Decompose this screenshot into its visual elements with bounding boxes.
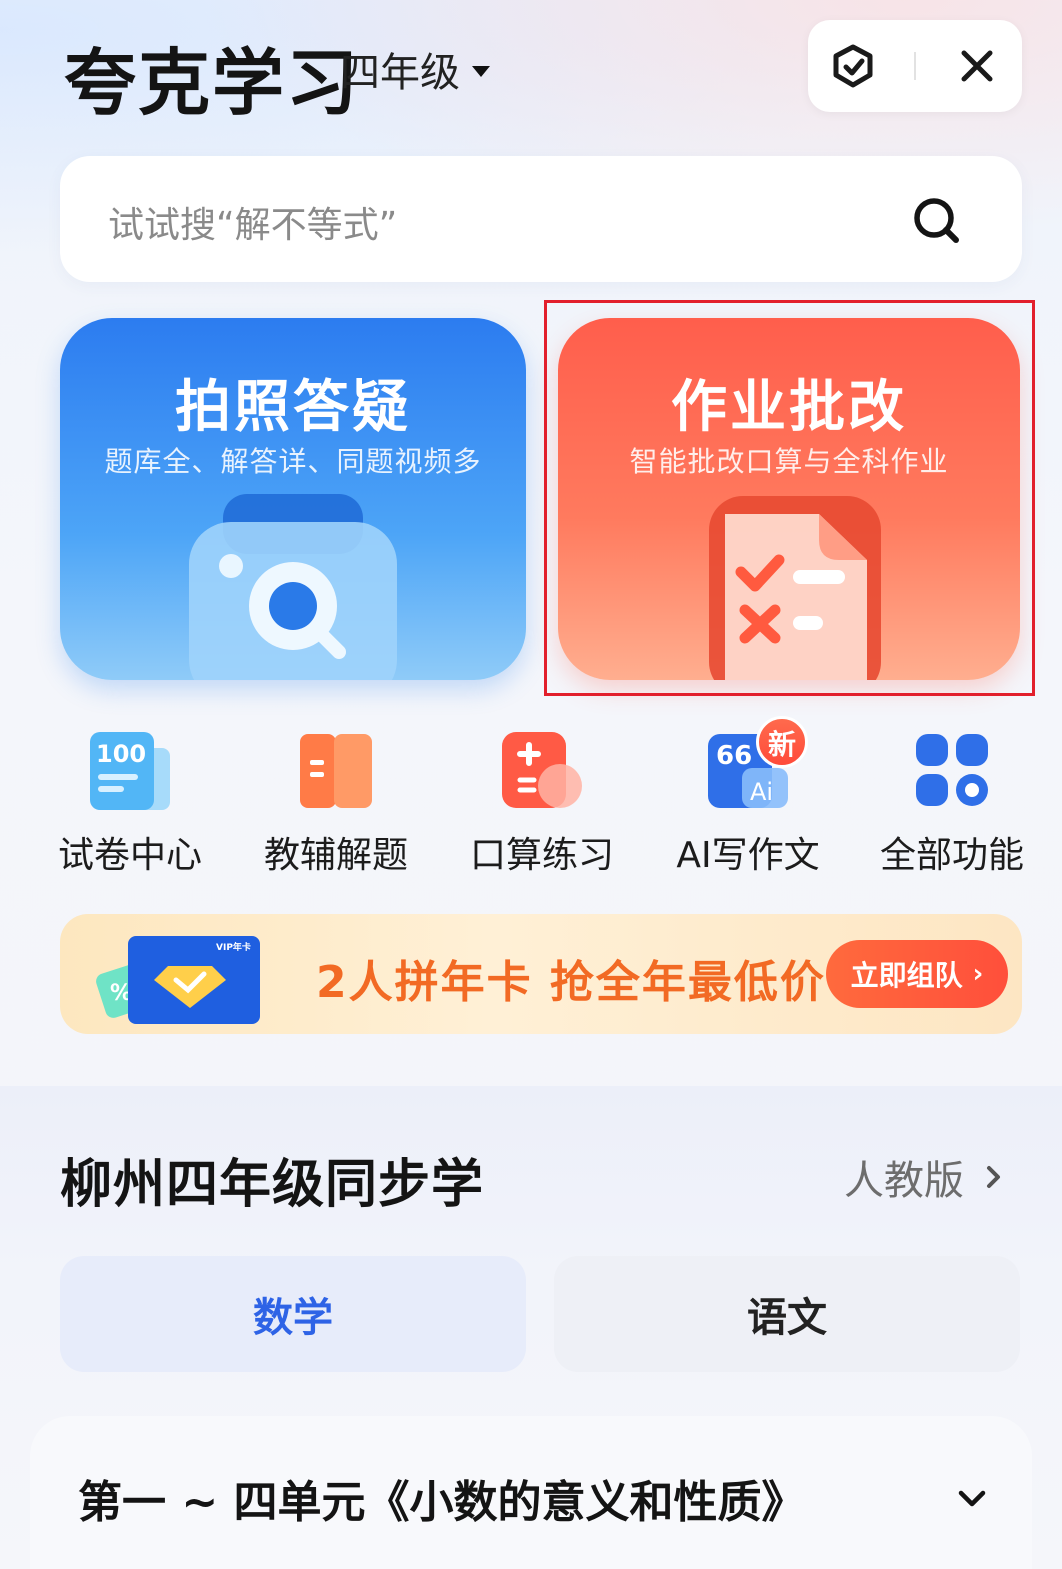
search-placeholder: 试试搜“解不等式” [108, 205, 398, 246]
tool-exam-center[interactable]: 100 试卷中心 [40, 716, 220, 876]
cube-check-icon[interactable] [823, 36, 883, 96]
tool-label: 全部功能 [879, 835, 1024, 876]
search-bar[interactable]: 试试搜“解不等式” [60, 156, 1022, 282]
vip-card-illustration: % VIP年卡 [96, 936, 260, 1024]
capsule-divider [913, 52, 916, 80]
svg-text:100: 100 [96, 740, 146, 768]
unit-dropdown[interactable]: 第一 ~ 四单元《小数的意义和性质》 [30, 1416, 1032, 1569]
book-icon [300, 734, 372, 808]
calculator-icon [502, 732, 582, 808]
search-icon[interactable] [910, 194, 962, 246]
card-subtitle: 智能批改口算与全科作业 [629, 445, 949, 478]
edition-selector[interactable]: 人教版 [844, 1148, 1004, 1206]
tool-ai-writing[interactable]: 66 Ai 新 AI写作文 [658, 716, 838, 876]
tool-tutor-book[interactable]: 教辅解题 [246, 716, 426, 876]
join-team-button[interactable]: 立即组队 › [826, 940, 1008, 1008]
chevron-right-icon [987, 1166, 1000, 1188]
tool-label: 教辅解题 [263, 835, 408, 876]
mini-app-capsule [808, 20, 1022, 112]
app-title: 夸克学习 [64, 41, 361, 125]
card-title: 作业批改 [671, 375, 907, 440]
tool-label: 试卷中心 [57, 835, 202, 876]
svg-text:Ai: Ai [750, 778, 773, 806]
section-title: 柳州四年级同步学 [60, 1155, 485, 1215]
grade-label: 四年级 [340, 50, 460, 96]
grid-apps-icon [916, 734, 988, 806]
chevron-down-icon [958, 1490, 986, 1507]
chevron-right-icon: › [972, 959, 984, 989]
tool-mental-math[interactable]: 口算练习 [452, 716, 632, 876]
new-badge: 新 [756, 716, 808, 768]
tool-label: 口算练习 [469, 835, 614, 876]
caret-down-icon [472, 65, 490, 77]
card-subtitle: 题库全、解答详、同题视频多 [104, 445, 482, 478]
edition-label: 人教版 [844, 1158, 964, 1204]
photo-qa-card[interactable]: 拍照答疑 题库全、解答详、同题视频多 [60, 318, 526, 680]
unit-title: 第一 ~ 四单元《小数的意义和性质》 [78, 1477, 806, 1528]
grade-selector[interactable]: 四年级 [340, 40, 490, 98]
tool-label: AI写作文 [676, 835, 820, 876]
camera-search-icon [189, 494, 397, 680]
homework-sheet-icon [709, 496, 881, 680]
vip-tag: VIP年卡 [216, 941, 251, 953]
card-title: 拍照答疑 [175, 375, 411, 440]
svg-text:66: 66 [716, 741, 752, 771]
tool-all-features[interactable]: 全部功能 [862, 716, 1042, 876]
close-icon[interactable] [947, 36, 1007, 96]
homework-check-card[interactable]: 作业批改 智能批改口算与全科作业 [558, 318, 1020, 680]
header: 夸克学习 四年级 [0, 0, 1062, 130]
quick-tools: 100 试卷中心 教辅解题 口算练习 66 Ai 新 AI写作文 全部功能 [0, 716, 1062, 876]
tab-math[interactable]: 数学 [60, 1256, 526, 1372]
join-team-label: 立即组队 [850, 959, 963, 992]
exam-100-icon: 100 [90, 732, 170, 810]
tab-chinese[interactable]: 语文 [554, 1256, 1020, 1372]
sync-study-section: 柳州四年级同步学 人教版 数学 语文 第一 ~ 四单元《小数的意义和性质》 [0, 1086, 1062, 1569]
promo-text: 2人拼年卡 抢全年最低价 [316, 957, 826, 1008]
promo-banner[interactable]: % VIP年卡 2人拼年卡 抢全年最低价 立即组队 › [60, 914, 1022, 1034]
